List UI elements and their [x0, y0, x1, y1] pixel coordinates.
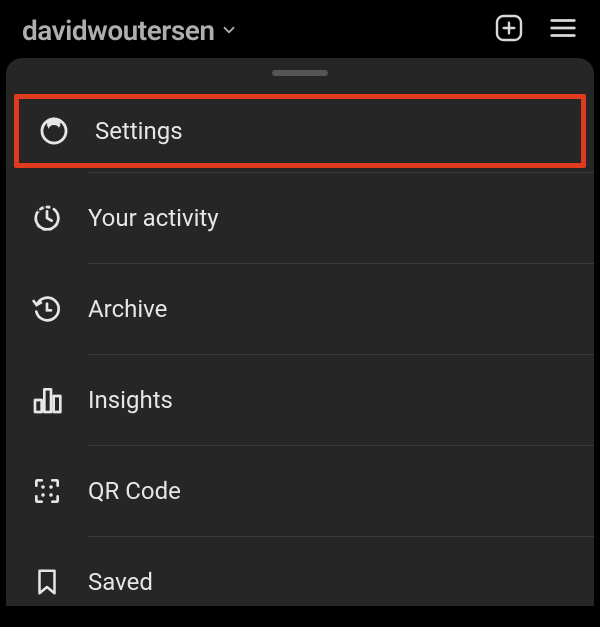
menu-item-settings[interactable]: Settings — [14, 94, 586, 168]
menu-item-insights[interactable]: Insights — [6, 355, 594, 445]
settings-icon — [37, 114, 71, 148]
menu-list: Settings Your activity — [6, 94, 594, 627]
plus-square-icon — [493, 12, 525, 48]
menu-item-label: Archive — [88, 295, 167, 323]
menu-button[interactable] — [548, 15, 578, 45]
sheet-grabber[interactable] — [272, 70, 328, 76]
menu-item-label: Insights — [88, 386, 173, 414]
insights-icon — [30, 383, 64, 417]
username-dropdown[interactable]: davidwoutersen — [22, 14, 238, 47]
menu-item-label: Saved — [88, 568, 153, 596]
bookmark-icon — [30, 565, 64, 599]
menu-item-qr-code[interactable]: QR Code — [6, 446, 594, 536]
menu-item-your-activity[interactable]: Your activity — [6, 173, 594, 263]
menu-item-label: QR Code — [88, 477, 181, 505]
activity-icon — [30, 201, 64, 235]
menu-item-label: Your activity — [88, 204, 219, 232]
hamburger-icon — [548, 13, 578, 47]
chevron-down-icon — [220, 21, 238, 39]
qrcode-icon — [30, 474, 64, 508]
bottom-sheet: Settings Your activity — [6, 58, 594, 606]
menu-item-label: Settings — [95, 117, 183, 145]
menu-item-saved[interactable]: Saved — [6, 537, 594, 627]
profile-header: davidwoutersen — [0, 0, 600, 60]
create-button[interactable] — [492, 13, 526, 47]
archive-icon — [30, 292, 64, 326]
menu-item-archive[interactable]: Archive — [6, 264, 594, 354]
username-label: davidwoutersen — [22, 14, 214, 47]
